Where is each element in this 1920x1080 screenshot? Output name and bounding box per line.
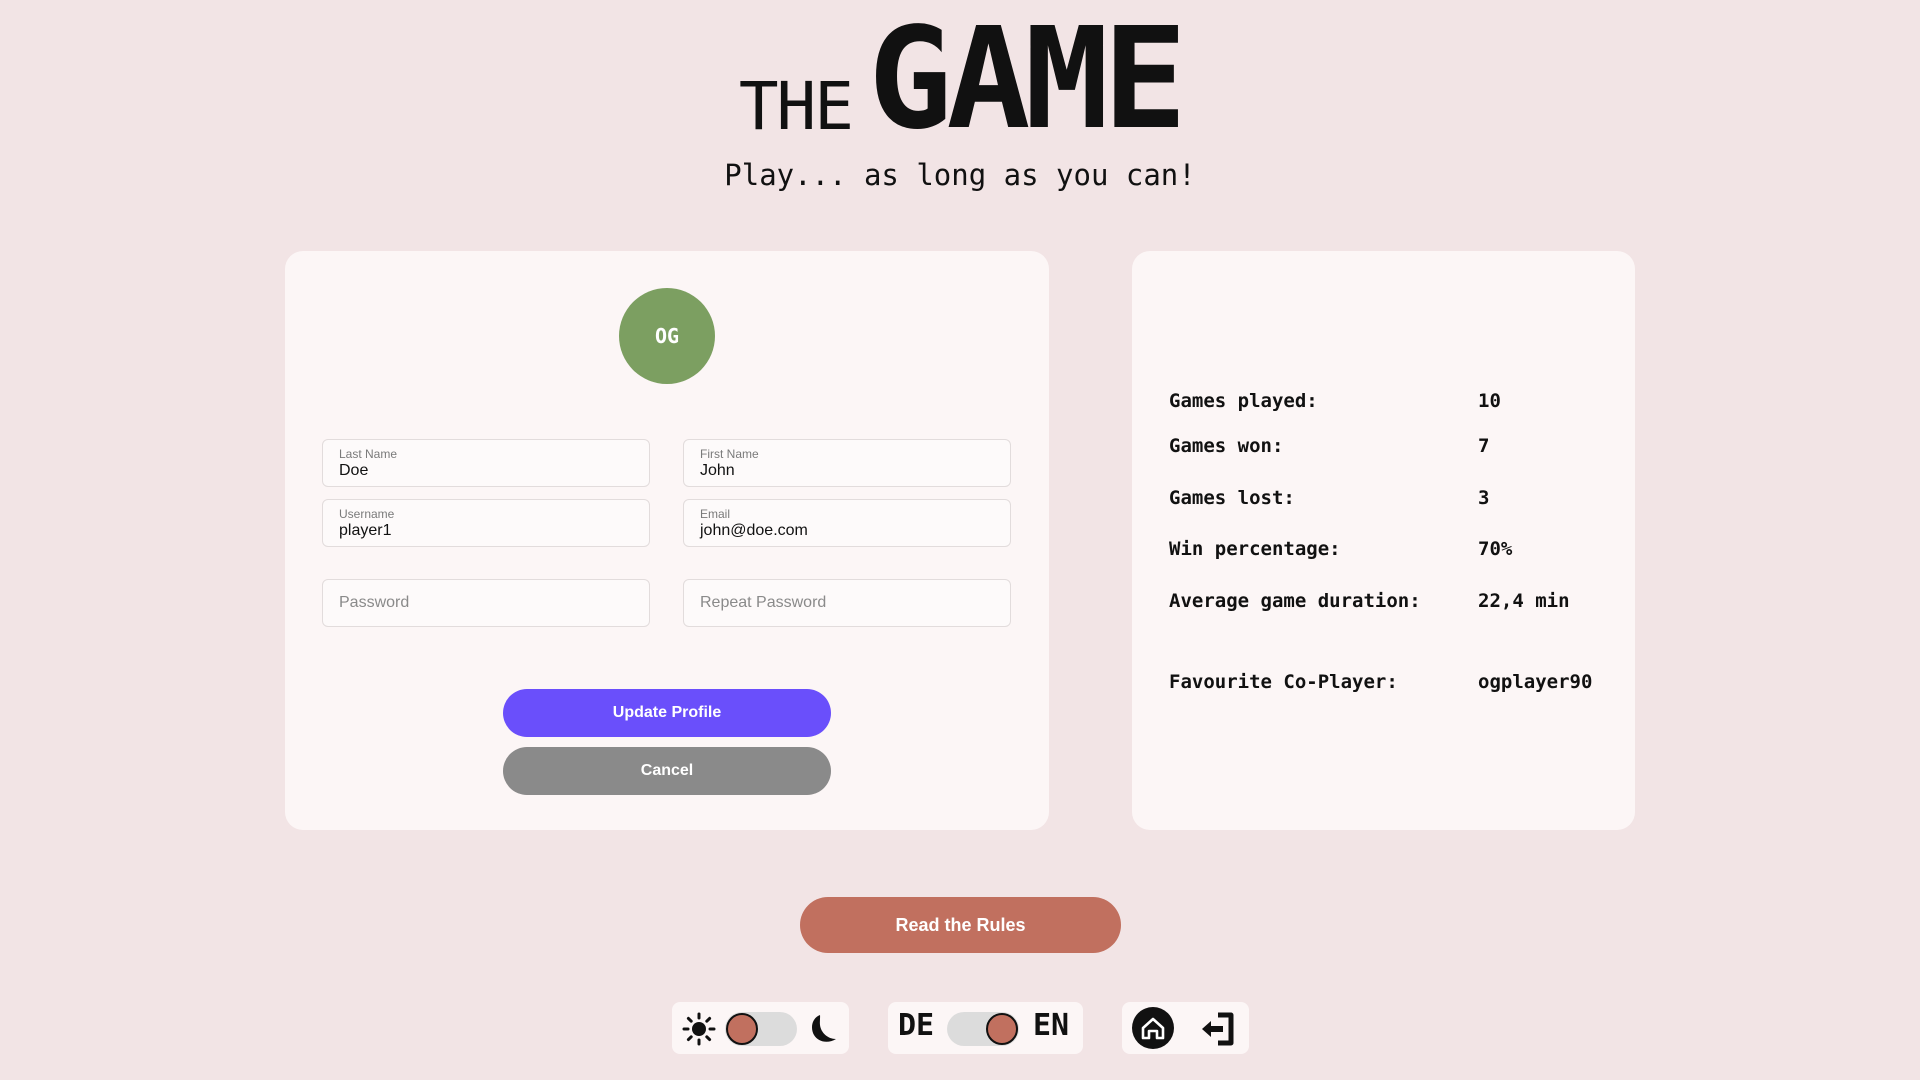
- title-game: GAME: [868, 0, 1187, 161]
- stat-value: 22,4 min: [1478, 590, 1570, 612]
- update-profile-button[interactable]: Update Profile: [503, 689, 831, 737]
- stat-label: Average game duration:: [1169, 590, 1421, 612]
- password-field[interactable]: Password: [322, 579, 650, 627]
- profile-card: OG Last Name Doe First Name John Usernam…: [285, 251, 1049, 830]
- last-name-field[interactable]: Last Name Doe: [322, 439, 650, 487]
- theme-switch-knob[interactable]: [726, 1013, 758, 1045]
- stat-label: Games lost:: [1169, 487, 1295, 509]
- moon-icon[interactable]: [806, 1012, 840, 1046]
- stat-label: Win percentage:: [1169, 538, 1341, 560]
- read-rules-button[interactable]: Read the Rules: [800, 897, 1121, 953]
- home-icon[interactable]: [1132, 1007, 1174, 1049]
- stat-value: 7: [1478, 435, 1490, 457]
- repeat-password-placeholder: Repeat Password: [700, 594, 827, 611]
- stat-label: Games played:: [1169, 390, 1318, 412]
- page-title: THE GAME: [0, 10, 1920, 150]
- last-name-value: Doe: [339, 462, 369, 479]
- first-name-value: John: [700, 462, 735, 479]
- stat-value: 70%: [1478, 538, 1513, 560]
- email-field[interactable]: Email john@doe.com: [683, 499, 1011, 547]
- last-name-label: Last Name: [339, 447, 398, 461]
- language-toggle-panel: DE EN: [888, 1002, 1083, 1054]
- cancel-button[interactable]: Cancel: [503, 747, 831, 795]
- repeat-password-field[interactable]: Repeat Password: [683, 579, 1011, 627]
- language-switch[interactable]: [947, 1012, 1019, 1046]
- language-de-label[interactable]: DE: [898, 1011, 934, 1041]
- page-subtitle: Play... as long as you can!: [724, 158, 1196, 192]
- username-field[interactable]: Username player1: [322, 499, 650, 547]
- title-the: THE: [738, 68, 854, 145]
- first-name-field[interactable]: First Name John: [683, 439, 1011, 487]
- username-label: Username: [339, 507, 395, 521]
- first-name-label: First Name: [700, 447, 759, 461]
- stat-value: 3: [1478, 487, 1490, 509]
- stat-label: Favourite Co-Player:: [1169, 671, 1398, 693]
- email-value: john@doe.com: [700, 522, 808, 539]
- theme-switch[interactable]: [725, 1012, 797, 1046]
- avatar[interactable]: OG: [619, 288, 715, 384]
- language-switch-knob[interactable]: [986, 1013, 1018, 1045]
- email-label: Email: [700, 507, 731, 521]
- nav-panel: [1122, 1002, 1249, 1054]
- stats-card: Games played: 10 Games won: 7 Games lost…: [1132, 251, 1635, 830]
- sun-icon[interactable]: [682, 1012, 716, 1046]
- theme-toggle-panel: [672, 1002, 849, 1054]
- logout-icon[interactable]: [1198, 1012, 1236, 1046]
- language-en-label[interactable]: EN: [1033, 1011, 1069, 1041]
- password-placeholder: Password: [339, 594, 410, 611]
- username-value: player1: [339, 522, 392, 539]
- stat-label: Games won:: [1169, 435, 1284, 457]
- stat-value: ogplayer90: [1478, 671, 1593, 693]
- stat-value: 10: [1478, 390, 1501, 412]
